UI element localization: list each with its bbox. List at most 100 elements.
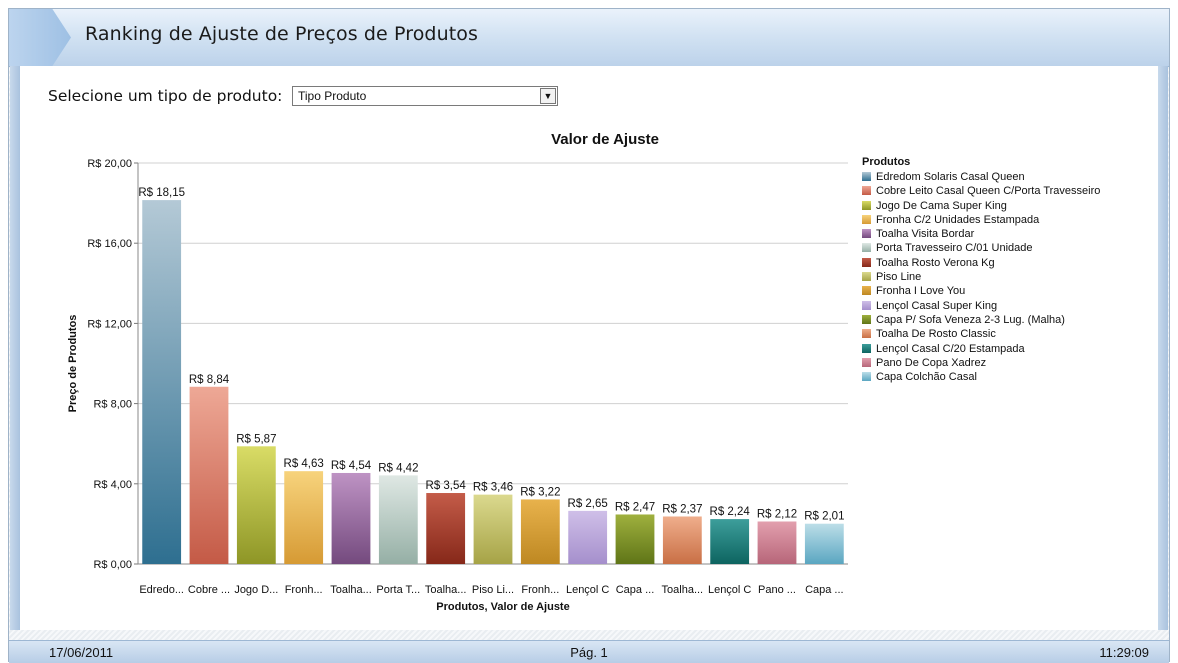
x-axis-label: Produtos, Valor de Ajuste: [436, 601, 569, 613]
data-label: R$ 2,01: [804, 511, 844, 523]
legend-label: Toalha Rosto Verona Kg: [876, 256, 995, 269]
data-label: R$ 2,24: [710, 506, 751, 518]
bar: [757, 521, 797, 564]
legend-label: Fronha C/2 Unidades Estampada: [876, 213, 1040, 226]
x-tick-label: Jogo D...: [234, 584, 278, 596]
footer-time: 11:29:09: [1099, 645, 1149, 660]
legend-swatch: [862, 172, 871, 181]
x-tick-label: Porta T...: [376, 584, 420, 596]
data-label: R$ 8,84: [189, 374, 230, 386]
bar: [236, 446, 276, 564]
legend-item: Toalha Visita Bordar: [862, 227, 1152, 241]
legend-label: Capa Colchão Casal: [876, 371, 977, 384]
legend-swatch: [862, 300, 871, 310]
legend-swatch: [862, 229, 871, 239]
y-tick-label: R$ 0,00: [93, 559, 132, 571]
legend-item: Jogo De Cama Super King: [862, 199, 1152, 213]
bar: [189, 386, 229, 564]
legend-label: Porta Travesseiro C/01 Unidade: [876, 242, 1033, 255]
x-tick-label: Cobre ...: [188, 584, 230, 596]
legend-item: Piso Line: [862, 270, 1152, 284]
bar: [331, 472, 371, 564]
y-tick-label: R$ 8,00: [93, 399, 132, 411]
x-tick-label: Capa ...: [805, 584, 844, 596]
legend-swatch: [862, 214, 871, 224]
data-label: R$ 4,63: [284, 458, 324, 470]
x-tick-label: Fronh...: [521, 584, 559, 596]
data-label: R$ 18,15: [138, 187, 185, 199]
data-label: R$ 4,54: [331, 460, 372, 472]
x-tick-label: Pano ...: [758, 584, 796, 596]
legend-item: Capa P/ Sofa Veneza 2-3 Lug. (Malha): [862, 313, 1152, 327]
legend-label: Cobre Leito Casal Queen C/Porta Travesse…: [876, 185, 1101, 198]
legend-swatch: [862, 257, 871, 267]
legend-label: Piso Line: [876, 271, 922, 284]
y-axis-label: Preço de Produtos: [67, 315, 79, 413]
legend-label: Edredom Solaris Casal Queen: [876, 171, 1025, 183]
data-label: R$ 2,37: [662, 503, 702, 515]
data-label: R$ 3,22: [520, 486, 560, 498]
y-tick-label: R$ 16,00: [87, 238, 132, 250]
data-label: R$ 3,54: [426, 480, 467, 492]
x-tick-label: Fronh...: [285, 584, 323, 596]
data-label: R$ 2,65: [568, 498, 608, 510]
legend-swatch: [862, 372, 871, 382]
legend-swatch: [862, 329, 871, 339]
legend-swatch: [862, 200, 871, 210]
bar: [378, 475, 418, 564]
footer-page-number: Pág. 1: [570, 645, 608, 660]
footer-bar: 17/06/2011 Pág. 1 11:29:09: [9, 640, 1169, 663]
data-label: R$ 3,46: [473, 482, 513, 494]
legend-label: Lençol Casal Super King: [876, 299, 998, 312]
x-tick-label: Edredo...: [139, 584, 184, 596]
x-tick-label: Lençol C: [708, 584, 751, 596]
legend-item: Pano De Copa Xadrez: [862, 356, 1152, 370]
legend-label: Pano De Copa Xadrez: [876, 356, 987, 369]
data-label: R$ 4,42: [378, 462, 418, 474]
legend-item: Lençol Casal C/20 Estampada: [862, 342, 1152, 356]
x-tick-label: Toalha...: [330, 584, 372, 596]
legend-label: Lençol Casal C/20 Estampada: [876, 342, 1025, 355]
legend-swatch: [862, 186, 871, 196]
legend-item: Cobre Leito Casal Queen C/Porta Travesse…: [862, 184, 1152, 198]
legend-swatch: [862, 243, 871, 253]
legend-label: Toalha Visita Bordar: [876, 228, 975, 241]
legend-swatch: [862, 286, 871, 296]
legend-item: Edredom Solaris Casal Queen: [862, 170, 1152, 184]
bar: [615, 514, 655, 564]
bar: [520, 499, 560, 564]
x-tick-label: Lençol C: [566, 584, 609, 596]
bar: [804, 523, 844, 564]
legend-title: Produtos: [862, 156, 911, 168]
data-label: R$ 5,87: [236, 433, 276, 445]
bar: [426, 493, 466, 564]
data-label: R$ 2,12: [757, 508, 797, 520]
x-tick-label: Piso Li...: [472, 584, 514, 596]
legend-item: Fronha C/2 Unidades Estampada: [862, 213, 1152, 227]
legend-label: Toalha De Rosto Classic: [876, 328, 996, 341]
legend-item: Lençol Casal Super King: [862, 299, 1152, 313]
legend-swatch: [862, 343, 871, 353]
legend-item: Toalha De Rosto Classic: [862, 327, 1152, 341]
legend-label: Capa P/ Sofa Veneza 2-3 Lug. (Malha): [876, 313, 1065, 326]
legend-swatch: [862, 314, 871, 324]
bar: [568, 510, 608, 564]
chart-legend: Produtos Edredom Solaris Casal Queen Cobr…: [862, 156, 1152, 384]
bar: [710, 519, 750, 564]
legend-item: Capa Colchão Casal: [862, 370, 1152, 384]
bar: [662, 516, 702, 564]
x-tick-label: Toalha...: [425, 584, 467, 596]
legend-label: Jogo De Cama Super King: [876, 199, 1007, 212]
bar: [284, 471, 324, 564]
legend-item: Fronha I Love You: [862, 284, 1152, 298]
bar: [473, 494, 513, 564]
legend-item: Porta Travesseiro C/01 Unidade: [862, 241, 1152, 255]
y-tick-label: R$ 12,00: [87, 318, 132, 330]
x-tick-label: Capa ...: [616, 584, 655, 596]
data-label: R$ 2,47: [615, 501, 655, 513]
x-tick-label: Toalha...: [662, 584, 704, 596]
legend-swatch: [862, 357, 871, 367]
y-tick-label: R$ 20,00: [87, 158, 132, 170]
y-tick-label: R$ 4,00: [93, 479, 132, 491]
legend-item: Toalha Rosto Verona Kg: [862, 256, 1152, 270]
